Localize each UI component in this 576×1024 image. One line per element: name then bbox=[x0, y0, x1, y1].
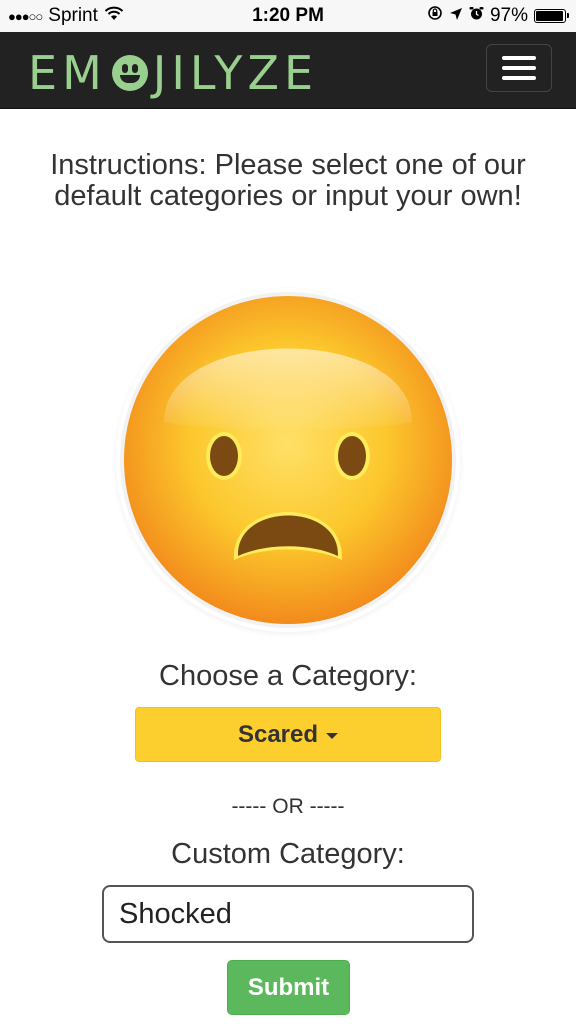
battery-fill bbox=[536, 11, 564, 21]
battery-percent: 97% bbox=[489, 5, 528, 26]
navbar: EM JILYZE bbox=[0, 32, 576, 109]
caret-down-icon bbox=[326, 733, 339, 739]
logo-text-right: JILYZE bbox=[152, 46, 319, 100]
alarm-icon bbox=[469, 5, 484, 27]
hamburger-icon-bar bbox=[502, 76, 536, 80]
custom-category-input[interactable] bbox=[102, 885, 474, 943]
rotation-lock-icon bbox=[427, 5, 443, 27]
smiley-face-icon bbox=[111, 55, 148, 91]
custom-category-label: Custom Category: bbox=[171, 838, 405, 870]
hamburger-icon-bar bbox=[502, 66, 536, 70]
menu-toggle-button[interactable] bbox=[486, 44, 552, 92]
instructions-text: Instructions: Please select one of our d… bbox=[50, 149, 526, 212]
status-bar: ●●●○○ Sprint 1:20 PM 97% bbox=[0, 0, 576, 32]
status-right: 97% bbox=[427, 5, 569, 27]
logo-text-left: EM bbox=[28, 46, 107, 100]
or-separator: ----- OR ----- bbox=[231, 795, 345, 818]
category-label: Choose a Category: bbox=[159, 660, 417, 692]
hamburger-icon-bar bbox=[502, 56, 536, 60]
category-dropdown[interactable]: Scared bbox=[135, 707, 441, 762]
anguished-face-icon bbox=[112, 284, 464, 638]
submit-button[interactable]: Submit bbox=[227, 960, 350, 1015]
brand-logo[interactable]: EM JILYZE bbox=[28, 46, 318, 100]
battery-icon bbox=[534, 9, 569, 23]
selected-category: Scared bbox=[237, 720, 319, 748]
location-arrow-icon bbox=[449, 5, 463, 27]
